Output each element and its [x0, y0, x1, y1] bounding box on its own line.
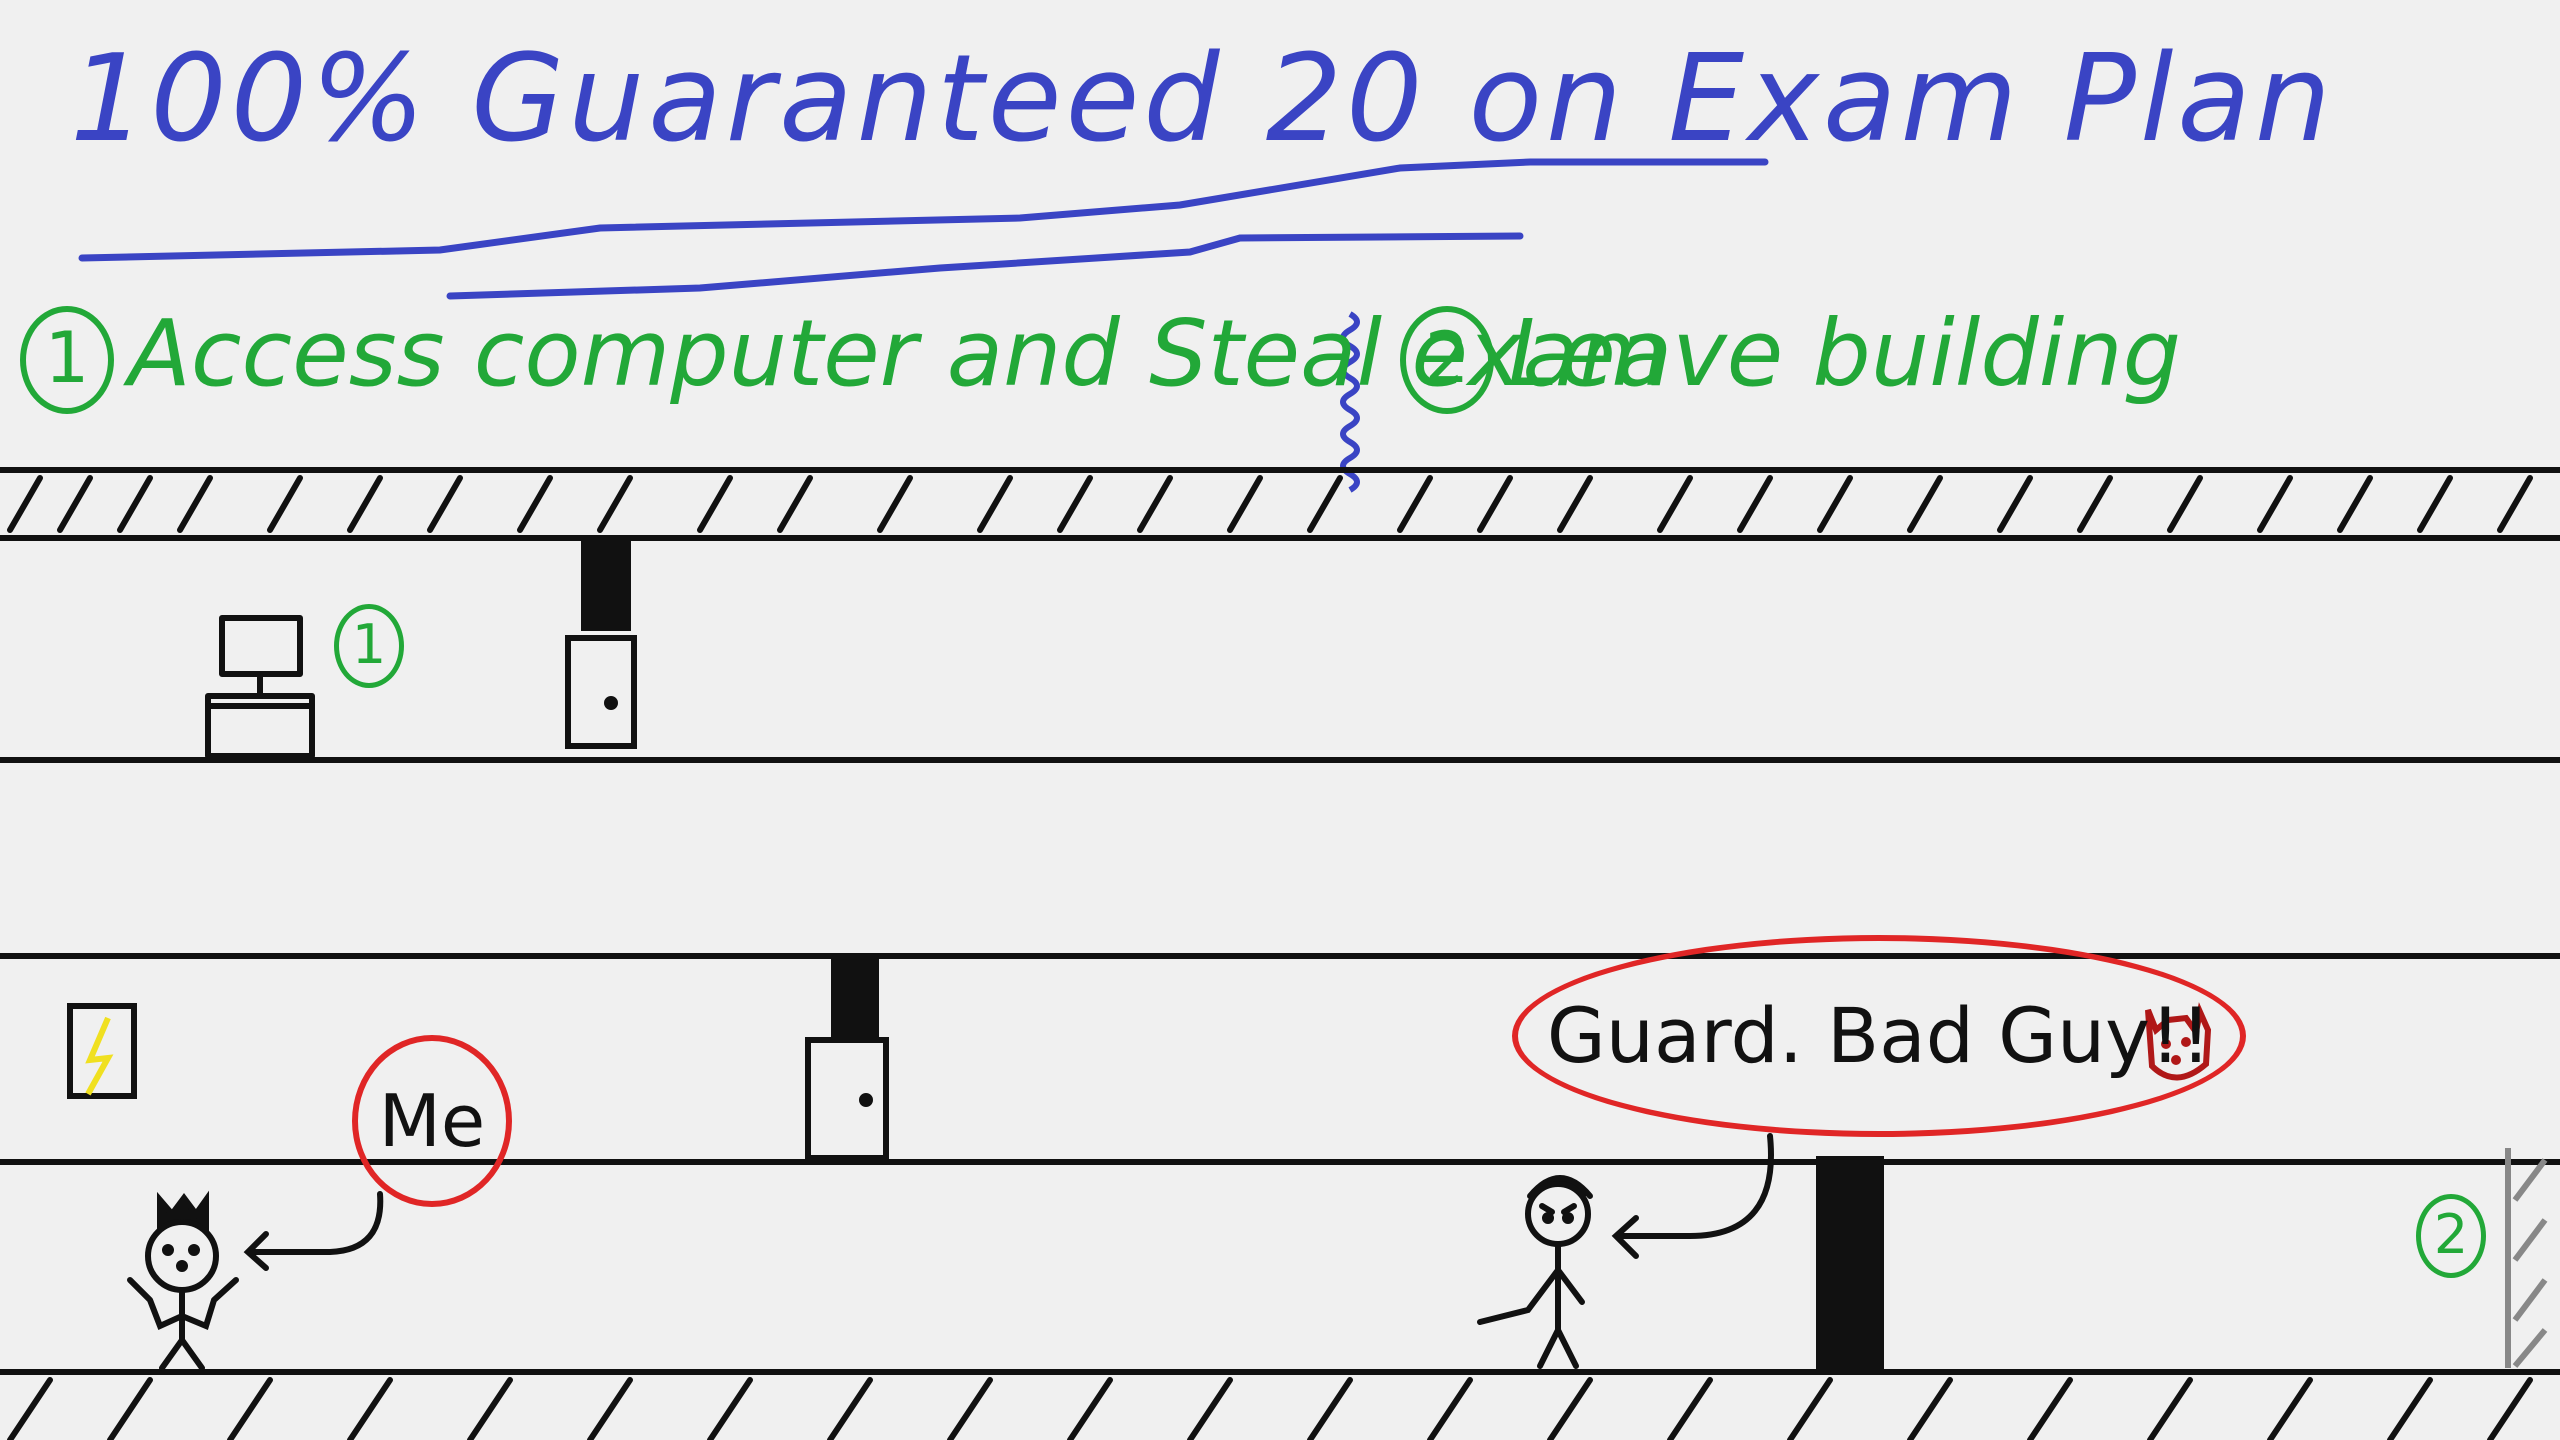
computer-step-marker: 1: [334, 604, 404, 688]
step-number-badge: 2: [1400, 305, 1494, 414]
me-pointer-arrow: [243, 1191, 384, 1271]
guard-stick-figure: [1477, 1175, 1593, 1369]
guard-pointer-arrow: [1611, 1133, 1774, 1259]
step-text: Leave building: [1508, 300, 2182, 407]
lightning-icon: [85, 1016, 114, 1096]
roof: [0, 467, 2560, 541]
title-underline-1: [78, 158, 1769, 262]
floor-plan-drawing: [0, 158, 2560, 1440]
exit-doorway: [1816, 1156, 1884, 1370]
me-stick-figure: [127, 1190, 239, 1371]
guard-callout: Guard. Bad Guy!!: [1512, 935, 2246, 1137]
ground-floor: [0, 1369, 2560, 1440]
lower-door: [805, 959, 889, 1161]
exit-wall: [2505, 1148, 2548, 1368]
title-underline-2: [446, 232, 1524, 300]
plan-step-2: 2 Leave building: [1400, 300, 2181, 414]
exit-step-marker: 2: [2416, 1194, 2486, 1278]
step-number-badge: 1: [20, 305, 114, 414]
fuse-box: [67, 1003, 137, 1099]
me-callout: Me: [352, 1035, 512, 1207]
computer-desk: [205, 615, 315, 759]
upper-door: [565, 539, 637, 749]
